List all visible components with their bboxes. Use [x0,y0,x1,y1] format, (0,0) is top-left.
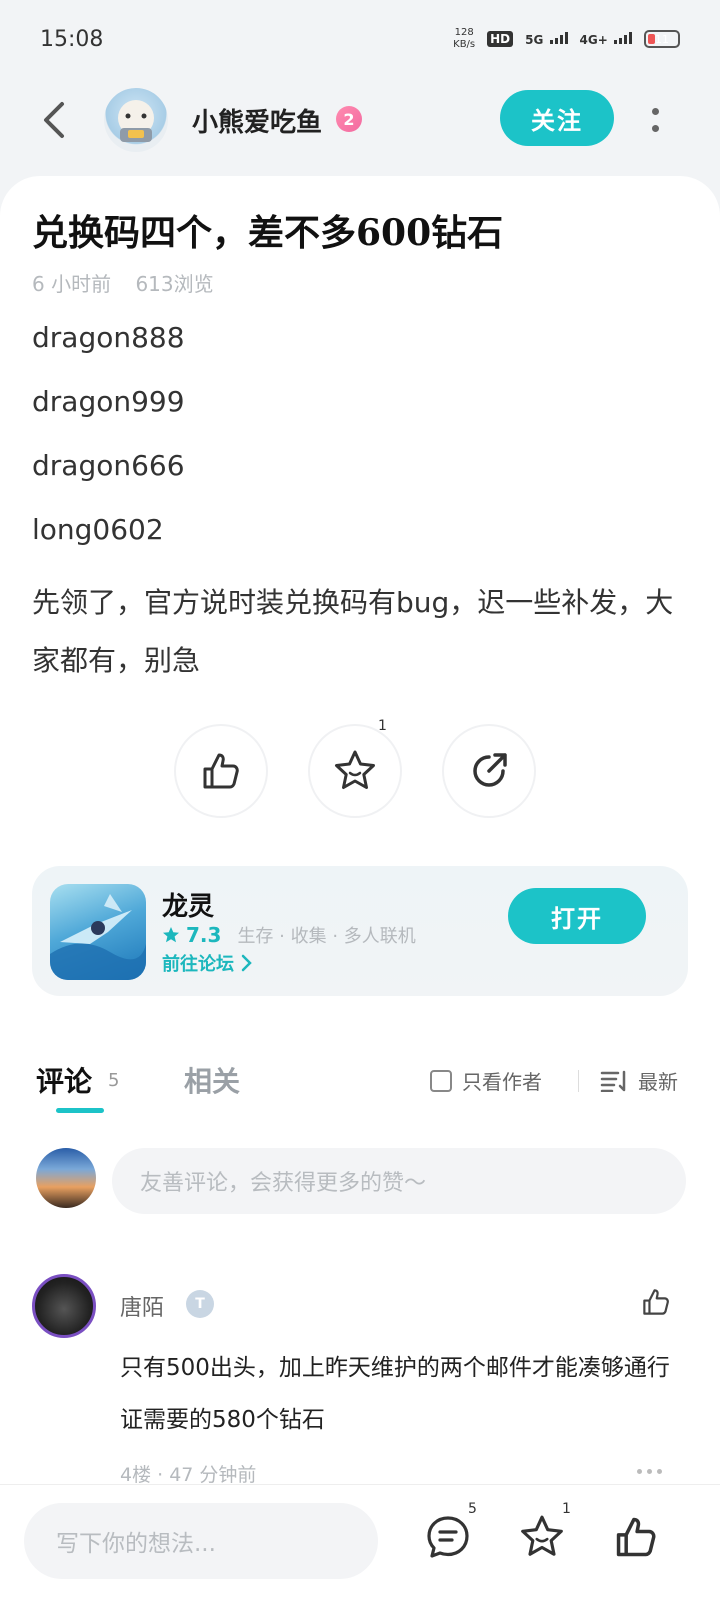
net-speed-value: 128 [454,27,474,38]
game-rating: 7.3 生存 · 收集 · 多人联机 [162,922,416,948]
comments-section: 评论 5 相关 只看作者 最新 友善评论，会获得更多的赞～ 唐陌 T 只有500… [0,1036,720,1486]
write-comment-input[interactable]: 写下你的想法... [24,1503,378,1579]
forum-link-label: 前往论坛 [162,954,234,975]
game-name: 龙灵 [162,892,215,922]
only-author-toggle[interactable]: 只看作者 [430,1066,542,1095]
status-indicators: 128 KB/s HD 5G 4G+ 11 [453,27,680,51]
game-icon[interactable] [50,884,146,980]
post-paragraph: 先领了，官方说时装兑换码有bug，迟一些补发，大家都有，别急 [32,586,674,677]
sort-list-icon [600,1070,626,1092]
forum-link[interactable]: 前往论坛 [162,950,252,976]
thumbs-up-icon [616,1517,656,1557]
bear-avatar-icon [118,100,154,142]
hd-icon: HD [487,31,514,47]
favorite-count: 1 [378,718,387,734]
bottom-like-button[interactable] [612,1513,660,1561]
back-button[interactable] [36,98,76,142]
post-body: dragon888 dragon999 dragon666 long0602 先… [32,316,682,690]
redeem-code: long0602 [32,513,164,546]
share-icon [473,753,507,787]
author-level-badge: 2 [336,106,362,132]
signal-4g-icon: 4G+ [579,31,632,47]
battery-icon: 11 [644,30,680,48]
post-actions: 1 [0,718,720,820]
redeem-code: dragon666 [32,449,185,482]
game-card[interactable]: 龙灵 7.3 生存 · 收集 · 多人联机 前往论坛 打开 [32,866,688,996]
write-comment-placeholder: 写下你的想法... [56,1531,216,1557]
author-name[interactable]: 小熊爱吃鱼 [192,102,322,139]
comment-more-icon[interactable] [637,1469,662,1474]
star-face-icon [335,750,375,789]
post-header: 小熊爱吃鱼 2 关注 [0,80,720,160]
post-meta: 6 小时前 613浏览 [32,268,214,297]
back-arrow-icon [44,102,64,138]
dragon-game-icon [50,894,146,980]
status-bar: 15:08 128 KB/s HD 5G 4G+ 11 [0,0,720,78]
star-face-icon [521,1515,563,1556]
commenter-badge: T [186,1290,214,1318]
sim1-label: 5G [525,32,544,47]
net-speed-unit: KB/s [453,39,476,50]
author-avatar[interactable] [104,88,168,152]
comment-input[interactable]: 友善评论，会获得更多的赞～ [112,1148,686,1214]
game-rating-value: 7.3 [186,923,222,947]
chevron-right-icon [241,954,252,972]
only-author-label: 只看作者 [462,1070,542,1094]
commenter-name[interactable]: 唐陌 [120,1290,164,1322]
sort-button[interactable]: 最新 [600,1066,678,1095]
comments-button[interactable] [424,1513,472,1561]
signal-5g-icon: 5G [525,31,568,47]
commenter-avatar[interactable] [32,1274,96,1338]
divider [578,1070,579,1092]
comment-meta: 4楼 · 47 分钟前 [120,1464,257,1486]
post-views: 613浏览 [135,272,214,296]
tab-comments[interactable]: 评论 [36,1060,92,1100]
follow-button[interactable]: 关注 [500,90,614,146]
tab-related[interactable]: 相关 [184,1060,240,1100]
bottom-favorite-count: 1 [562,1501,571,1517]
bottom-comment-count: 5 [468,1501,477,1517]
game-tags: 生存 · 收集 · 多人联机 [237,926,416,947]
bottom-action-bar: 写下你的想法... 5 1 [0,1484,720,1600]
tab-comments-count: 5 [108,1070,120,1091]
star-icon [163,927,179,943]
thumbs-up-icon [643,1289,669,1315]
comment-text: 只有500出头，加上昨天维护的两个邮件才能凑够通行证需要的580个钻石 [120,1355,670,1433]
sort-label: 最新 [638,1070,678,1094]
checkbox-icon [430,1069,452,1092]
open-game-button[interactable]: 打开 [508,888,646,944]
network-speed: 128 KB/s [453,27,475,51]
comment-bubble-icon [427,1516,469,1558]
status-time: 15:08 [40,26,104,52]
redeem-code: dragon888 [32,321,185,354]
favorite-button[interactable] [308,724,402,818]
more-options-icon[interactable] [645,102,665,138]
post-title: 兑换码四个，差不多600钻石 [32,212,504,254]
post-time: 6 小时前 [32,272,112,296]
comment-like-button[interactable] [640,1286,672,1322]
battery-level: 11 [655,32,669,46]
share-button[interactable] [442,724,536,818]
like-button[interactable] [174,724,268,818]
redeem-code: dragon999 [32,385,185,418]
active-tab-indicator [56,1108,104,1113]
bottom-favorite-button[interactable] [518,1513,566,1561]
comment-input-placeholder: 友善评论，会获得更多的赞～ [140,1171,427,1196]
sim2-label: 4G+ [579,32,608,47]
thumbs-up-icon [203,753,239,789]
current-user-avatar [36,1148,96,1208]
